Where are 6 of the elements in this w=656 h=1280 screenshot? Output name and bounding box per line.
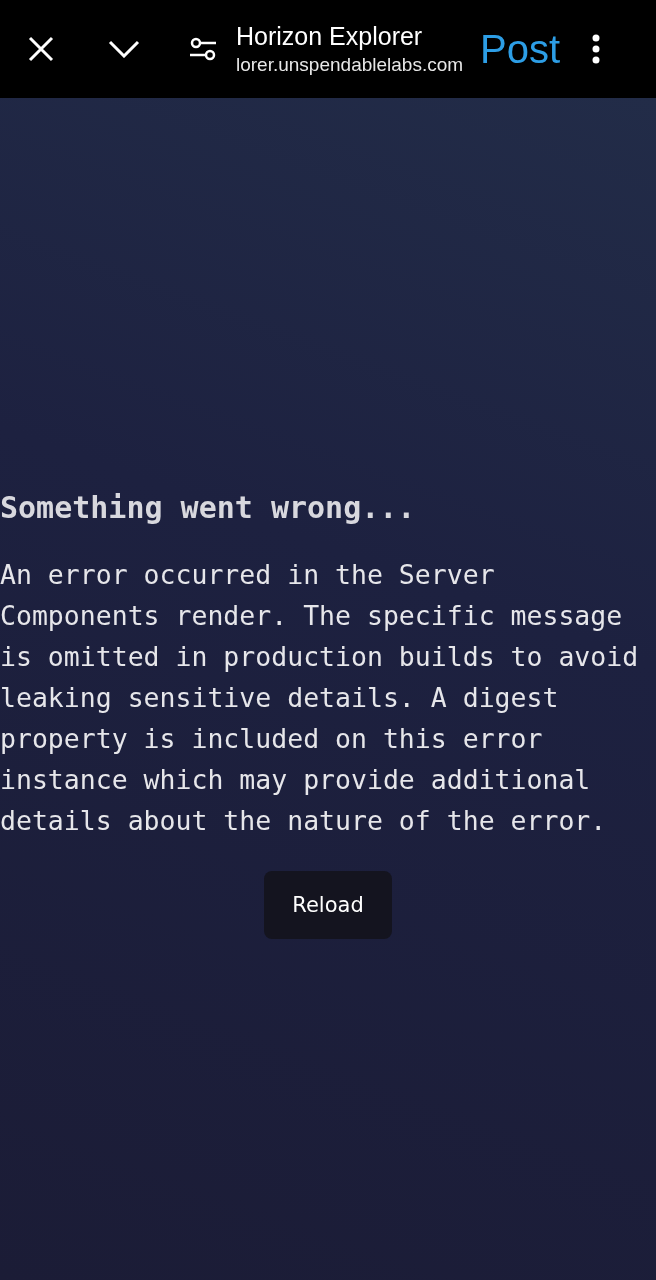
post-button[interactable]: Post	[480, 27, 561, 71]
reload-button[interactable]: Reload	[264, 871, 392, 939]
page-title: Horizon Explorer	[236, 21, 424, 51]
error-message: An error occurred in the Server Components render. The specific message is omitted in production builds to avoid leaking sensitive details. A digest property is included on this error instance which may provide additional details about the nature of the error.	[0, 558, 640, 838]
page-url: lorer.unspendablelabs.com	[236, 53, 465, 77]
error-heading: Something went wrong...	[0, 489, 416, 527]
